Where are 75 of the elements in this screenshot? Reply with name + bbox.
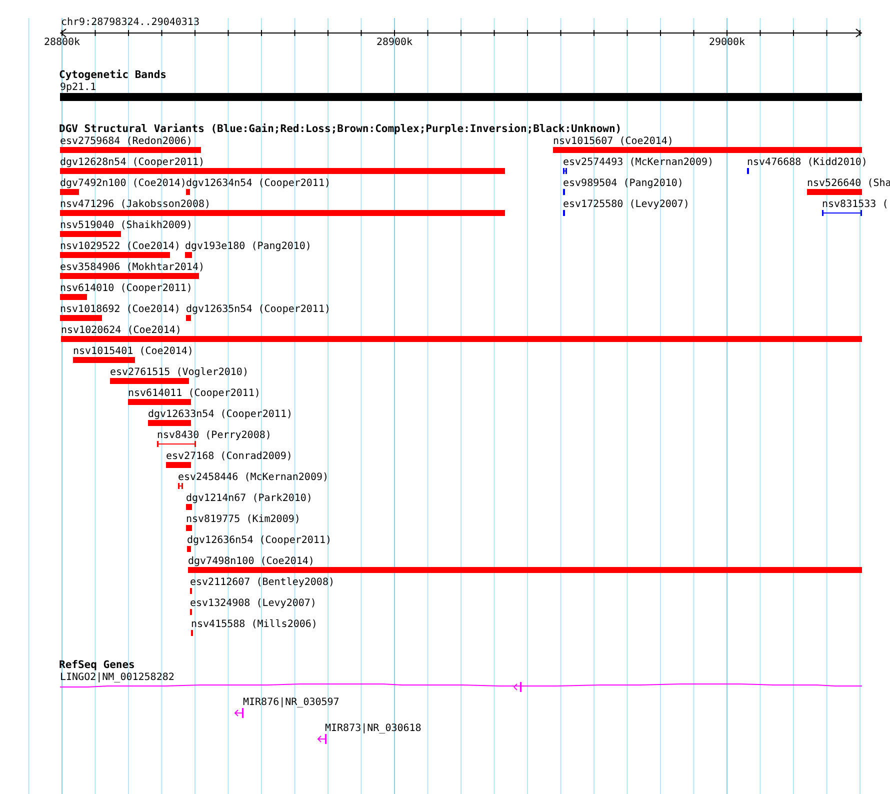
variant-bar[interactable] [60, 294, 87, 300]
feature-label[interactable]: dgv7498n100 (Coe2014) [188, 556, 314, 567]
variant-span[interactable] [822, 210, 862, 216]
variant-bar[interactable] [60, 315, 102, 321]
feature-label[interactable]: esv989504 (Pang2010) [563, 178, 684, 189]
variant-bar[interactable] [60, 210, 505, 216]
feature-label[interactable]: dgv7492n100 (Coe2014) [60, 178, 186, 189]
variant-bar[interactable] [148, 420, 191, 426]
feature-label[interactable]: dgv12628n54 (Cooper2011) [60, 157, 204, 168]
variant-bar[interactable] [60, 147, 201, 153]
variant-bar[interactable] [128, 399, 191, 405]
variant-bar[interactable] [60, 231, 121, 237]
feature-label[interactable]: nsv471296 (Jakobsson2008) [60, 199, 211, 210]
gene-model[interactable] [60, 682, 862, 692]
feature-label[interactable]: esv1725580 (Levy2007) [563, 199, 690, 210]
feature-label[interactable]: dgv12636n54 (Cooper2011) [187, 535, 332, 546]
feature-label[interactable]: nsv1018692 (Coe2014) [60, 304, 180, 315]
variant-bar[interactable] [110, 378, 189, 384]
variant-bar[interactable] [185, 252, 192, 258]
feature-label[interactable]: nsv831533 ( [822, 199, 888, 210]
variant-bar[interactable] [60, 252, 170, 258]
feature-label[interactable]: dgv12634n54 (Cooper2011) [186, 178, 330, 189]
feature-label[interactable]: MIR873|NR_030618 [325, 723, 422, 734]
variant-bar[interactable] [73, 357, 135, 363]
variant-bar[interactable] [61, 336, 862, 342]
variant-bar[interactable] [553, 147, 862, 153]
variant-bar[interactable] [186, 315, 191, 321]
variant-bar[interactable] [60, 273, 199, 279]
variant-bar[interactable] [186, 189, 190, 195]
feature-label[interactable]: esv2458446 (McKernan2009) [178, 472, 329, 483]
feature-label[interactable]: esv2112607 (Bentley2008) [190, 577, 334, 588]
variant-bar[interactable] [807, 189, 862, 195]
variant-bar[interactable] [186, 504, 192, 510]
feature-label[interactable]: esv3584906 (Mokhtar2014) [60, 262, 204, 273]
feature-label[interactable]: esv27168 (Conrad2009) [166, 451, 292, 462]
ruler-tick-label: 29000k [708, 37, 746, 48]
feature-label[interactable]: nsv819775 (Kim2009) [186, 514, 300, 525]
track-title: RefSeq Genes [59, 659, 135, 671]
variant-bar[interactable] [187, 546, 191, 552]
feature-label[interactable]: nsv1015607 (Coe2014) [553, 136, 674, 147]
feature-label[interactable]: nsv476688 (Kidd2010) [747, 157, 868, 168]
variant-bar[interactable] [166, 462, 191, 468]
feature-label[interactable]: esv2574493 (McKernan2009) [563, 157, 714, 168]
variant-bar[interactable] [186, 525, 192, 531]
feature-label[interactable]: LINGO2|NM_001258282 [60, 672, 174, 683]
ruler-tick-label: 28900k [376, 37, 413, 48]
feature-label[interactable]: MIR876|NR_030597 [243, 697, 340, 708]
variant-bar[interactable] [188, 567, 862, 573]
feature-label[interactable]: esv1324908 (Levy2007) [190, 598, 316, 609]
feature-label[interactable]: nsv1015401 (Coe2014) [73, 346, 194, 357]
track-title: Cytogenetic Bands [59, 69, 166, 81]
feature-label[interactable]: nsv519040 (Shaikh2009) [60, 220, 192, 231]
variant-span[interactable] [156, 441, 196, 447]
variant-bar[interactable] [60, 189, 79, 195]
feature-label[interactable]: esv2759684 (Redon2006) [60, 136, 192, 147]
feature-label[interactable]: esv2761515 (Vogler2010) [110, 367, 248, 378]
feature-label[interactable]: 9p21.1 [60, 82, 96, 93]
feature-label[interactable]: dgv12635n54 (Cooper2011) [186, 304, 330, 315]
feature-label[interactable]: nsv614010 (Cooper2011) [60, 283, 192, 294]
gene-model[interactable] [317, 734, 326, 744]
feature-label[interactable]: dgv1214n67 (Park2010) [186, 493, 312, 504]
ruler-tick-label: 28800k [44, 37, 80, 48]
gene-model[interactable] [234, 708, 244, 718]
feature-label[interactable]: nsv1029522 (Coe2014) [60, 241, 180, 252]
feature-label[interactable]: nsv8430 (Perry2008) [157, 430, 272, 441]
variant-span[interactable] [562, 168, 568, 174]
chromosome-position: chr9:28798324..29040313 [61, 17, 200, 28]
track-title: DGV Structural Variants (Blue:Gain;Red:Loss;Brown:Complex;Purple:Inversion;Black:Unknown) [59, 123, 622, 135]
feature-label[interactable]: dgv12633n54 (Cooper2011) [148, 409, 292, 420]
variant-span[interactable] [178, 483, 184, 489]
feature-label[interactable]: dgv193e180 (Pang2010) [185, 241, 312, 252]
feature-label[interactable]: nsv415588 (Mills2006) [191, 619, 318, 630]
feature-label[interactable]: nsv614011 (Cooper2011) [128, 388, 260, 399]
feature-label[interactable]: nsv1020624 (Coe2014) [61, 325, 182, 336]
variant-bar[interactable] [60, 168, 505, 174]
